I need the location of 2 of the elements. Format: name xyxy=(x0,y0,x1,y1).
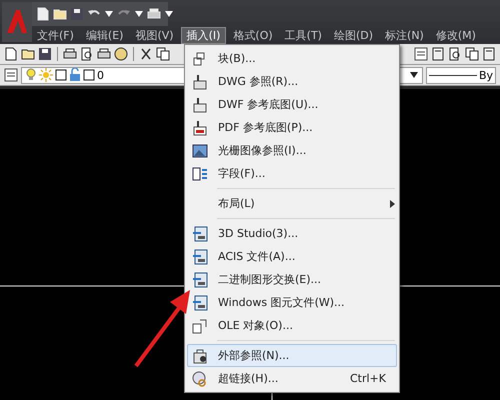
layer-name: 0 xyxy=(97,68,104,82)
linetype-label: By xyxy=(478,68,493,82)
